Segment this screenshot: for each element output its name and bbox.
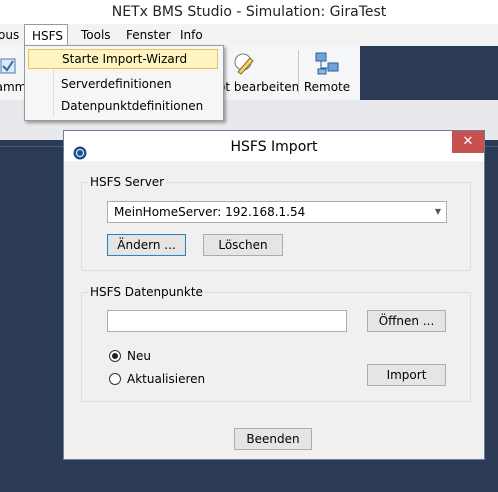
close-icon[interactable]: ✕ — [452, 131, 484, 153]
open-file-button[interactable]: Öffnen ... — [367, 310, 446, 332]
toolbar-button-edit[interactable]: ot bearbeiten — [218, 48, 300, 96]
menu-item-hsfs[interactable]: HSFS — [24, 24, 68, 46]
menu-item-server-definitions[interactable]: Serverdefinitionen — [28, 74, 218, 94]
toolbar-label: ot bearbeiten — [218, 80, 300, 94]
server-select[interactable]: MeinHomeServer: 192.168.1.54 ▼ — [107, 201, 447, 223]
radio-update-label: Aktualisieren — [127, 372, 206, 386]
datapoint-file-input[interactable] — [107, 310, 347, 332]
menu-item-info[interactable]: Info — [180, 24, 210, 46]
menu-item-partial[interactable]: ous — [0, 24, 20, 46]
import-button[interactable]: Import — [367, 364, 446, 386]
dialog-title-bar[interactable]: HSFS Import — [64, 131, 484, 161]
menu-item-start-import-wizard[interactable]: Starte Import-Wizard — [28, 49, 218, 69]
radio-new-label: Neu — [127, 349, 151, 363]
server-select-value: MeinHomeServer: 192.168.1.54 — [114, 205, 306, 219]
radio-update[interactable] — [109, 373, 121, 385]
group-label: HSFS Datenpunkte — [88, 284, 205, 300]
toolbar-button-remote[interactable]: Remote — [302, 48, 352, 96]
toolbar-label: Remote — [303, 80, 351, 94]
change-server-button[interactable]: Ändern ... — [107, 234, 186, 256]
radio-new[interactable] — [109, 350, 121, 362]
network-computers-icon — [314, 51, 340, 80]
exit-button[interactable]: Beenden — [234, 428, 312, 450]
dialog-title: HSFS Import — [230, 139, 318, 155]
menu-bar: ous HSFS Tools Fenster Info — [0, 24, 498, 46]
hsfs-import-dialog: HSFS Import ✕ HSFS Server MeinHomeServer… — [63, 130, 485, 460]
edit-pencil-icon — [232, 52, 256, 79]
hsfs-menu-dropdown: Starte Import-Wizard Serverdefinitionen … — [24, 45, 224, 121]
menu-item-fenster[interactable]: Fenster — [126, 24, 171, 46]
radio-selected-dot — [112, 353, 118, 359]
main-window-title: NETx BMS Studio - Simulation: GiraTest — [0, 0, 498, 24]
menu-item-datapoint-definitions[interactable]: Datenpunktdefinitionen — [28, 96, 218, 116]
hsfs-datapoints-group: HSFS Datenpunkte Öffnen ... Neu Aktualis… — [81, 284, 471, 402]
menu-item-tools[interactable]: Tools — [81, 24, 117, 46]
app-circle-icon — [73, 140, 87, 160]
grid-icon — [0, 58, 16, 77]
group-label: HSFS Server — [88, 174, 167, 190]
delete-server-button[interactable]: Löschen — [203, 234, 283, 256]
chevron-down-icon: ▼ — [434, 207, 441, 216]
toolbar-separator — [298, 50, 299, 94]
hsfs-server-group: HSFS Server MeinHomeServer: 192.168.1.54… — [81, 174, 471, 271]
